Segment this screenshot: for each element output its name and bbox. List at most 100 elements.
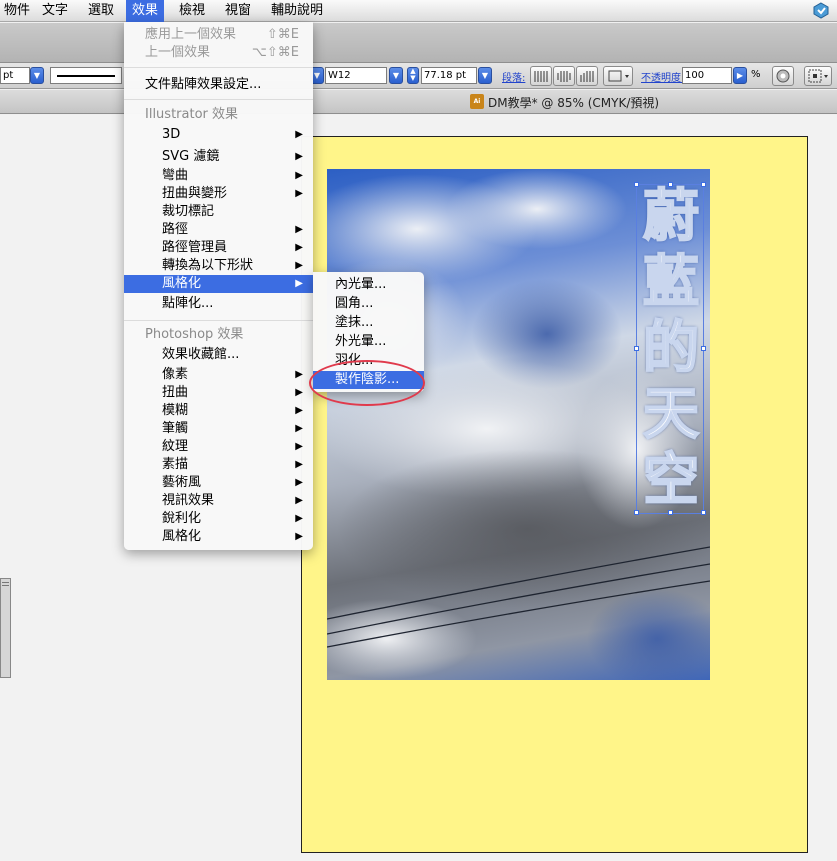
- opacity-dropdown[interactable]: ▶: [733, 67, 747, 84]
- menu-item-label: 應用上一個效果: [145, 27, 237, 42]
- menubar: 物件 文字 選取 效果 檢視 視窗 輔助說明: [0, 0, 837, 22]
- opacity-field[interactable]: 100: [682, 67, 732, 84]
- submenu-arrow-icon: ▶: [295, 477, 303, 488]
- selection-handle[interactable]: [668, 510, 673, 515]
- menu-shortcut: ⇧⌘E: [266, 27, 299, 42]
- align-left-button[interactable]: [530, 66, 552, 86]
- menu-separator: [124, 99, 313, 100]
- font-size-dropdown[interactable]: ▼: [478, 67, 492, 84]
- reference-point-icon: [808, 69, 828, 83]
- menu-item-apply-last-effect[interactable]: 應用上一個效果 ⇧⌘E: [124, 26, 313, 44]
- transform-reference-button[interactable]: [804, 66, 832, 86]
- submenu-arrow-icon: ▶: [295, 405, 303, 416]
- envelope-icon: [608, 70, 629, 82]
- collapsed-panel[interactable]: [0, 578, 11, 678]
- menu-item-document-raster-settings[interactable]: 文件點陣效果設定...: [124, 76, 313, 94]
- menu-item-convert-to-shape[interactable]: 轉換為以下形狀 ▶: [124, 257, 313, 275]
- submenu-arrow-icon: ▶: [295, 188, 303, 199]
- font-style-field[interactable]: W12: [325, 67, 387, 84]
- recolor-artwork-button[interactable]: [772, 66, 794, 86]
- stroke-style-field[interactable]: [50, 67, 122, 84]
- menu-item-label: SVG 濾鏡: [162, 149, 220, 164]
- menu-item-3d[interactable]: 3D ▶: [124, 126, 313, 144]
- submenu-arrow-icon: ▶: [295, 260, 303, 271]
- submenu-arrow-icon: ▶: [295, 151, 303, 162]
- selection-handle[interactable]: [634, 182, 639, 187]
- opacity-link[interactable]: 不透明度:: [641, 69, 684, 84]
- selection-handle[interactable]: [701, 182, 706, 187]
- menu-item-label: 扭曲: [162, 385, 189, 400]
- menu-item-brush-strokes[interactable]: 筆觸 ▶: [124, 420, 313, 438]
- submenu-arrow-icon: ▶: [295, 170, 303, 181]
- selection-handle[interactable]: [668, 182, 673, 187]
- font-style-dropdown[interactable]: ▼: [389, 67, 403, 84]
- menu-item-crop-marks[interactable]: 裁切標記: [124, 203, 313, 221]
- menu-item-path[interactable]: 路徑 ▶: [124, 221, 313, 239]
- menu-item-video[interactable]: 視訊效果 ▶: [124, 492, 313, 510]
- submenu-arrow-icon: ▶: [295, 387, 303, 398]
- menu-item-sharpen[interactable]: 銳利化 ▶: [124, 510, 313, 528]
- submenu-arrow-icon: ▶: [295, 129, 303, 140]
- menu-item-label: 扭曲與變形: [162, 186, 228, 201]
- font-size-stepper[interactable]: ▲ ▼: [407, 67, 419, 84]
- menu-item-label: 銳利化: [162, 511, 202, 526]
- menu-item-last-effect[interactable]: 上一個效果 ⌥⇧⌘E: [124, 44, 313, 62]
- headline-char: 藍: [642, 250, 700, 316]
- menu-item-warp[interactable]: 彎曲 ▶: [124, 167, 313, 185]
- selection-handle[interactable]: [634, 346, 639, 351]
- menu-section-header-photoshop: Photoshop 效果: [145, 327, 244, 342]
- panel-grip: [2, 585, 9, 586]
- menu-item-label: 上一個效果: [145, 45, 211, 60]
- headline-char: 蔚: [642, 184, 700, 250]
- menu-item-pixelate[interactable]: 像素 ▶: [124, 366, 313, 384]
- selection-handle[interactable]: [701, 510, 706, 515]
- effect-menu: 應用上一個效果 ⇧⌘E 上一個效果 ⌥⇧⌘E 文件點陣效果設定... Illus…: [124, 22, 313, 550]
- stroke-weight-dropdown[interactable]: ▼: [30, 67, 44, 84]
- menu-type[interactable]: 文字: [36, 0, 74, 22]
- menu-item-pathfinder[interactable]: 路徑管理員 ▶: [124, 239, 313, 257]
- submenu-item-outer-glow[interactable]: 外光暈...: [313, 333, 424, 351]
- menu-item-blur[interactable]: 模糊 ▶: [124, 402, 313, 420]
- align-center-button[interactable]: [553, 66, 575, 86]
- menu-item-stylize-photoshop[interactable]: 風格化 ▶: [124, 528, 313, 546]
- menu-item-distort[interactable]: 扭曲 ▶: [124, 384, 313, 402]
- paragraph-link[interactable]: 段落:: [502, 69, 525, 84]
- menu-item-stylize[interactable]: 風格化 ▶: [124, 275, 313, 293]
- font-size-field[interactable]: 77.18 pt: [421, 67, 477, 84]
- menu-item-rasterize[interactable]: 點陣化...: [124, 295, 313, 313]
- sync-status-icon[interactable]: [811, 2, 831, 19]
- stroke-weight-field[interactable]: pt: [0, 67, 30, 84]
- menu-item-artistic[interactable]: 藝術風 ▶: [124, 474, 313, 492]
- menu-object[interactable]: 物件: [0, 0, 36, 22]
- selection-handle[interactable]: [634, 510, 639, 515]
- submenu-item-scribble[interactable]: 塗抹...: [313, 314, 424, 332]
- menu-window[interactable]: 視窗: [219, 0, 257, 22]
- menu-item-svg-filters[interactable]: SVG 濾鏡 ▶: [124, 148, 313, 166]
- vertical-headline-text[interactable]: 蔚 藍 的 天 空: [634, 182, 706, 515]
- menu-item-label: 路徑管理員: [162, 240, 228, 255]
- menu-select[interactable]: 選取: [82, 0, 120, 22]
- submenu-arrow-icon: ▶: [295, 369, 303, 380]
- submenu-arrow-icon: ▶: [295, 459, 303, 470]
- headline-char: 天: [642, 382, 700, 448]
- menu-item-label: 風格化: [162, 276, 202, 291]
- annotation-circle: [309, 360, 425, 406]
- menu-item-distort-transform[interactable]: 扭曲與變形 ▶: [124, 185, 313, 203]
- submenu-arrow-icon: ▶: [295, 495, 303, 506]
- menu-help[interactable]: 輔助說明: [265, 0, 329, 22]
- submenu-arrow-icon: ▶: [295, 441, 303, 452]
- menu-item-texture[interactable]: 紋理 ▶: [124, 438, 313, 456]
- document-title[interactable]: DM教學* @ 85% (CMYK/預視): [488, 94, 659, 111]
- menu-item-sketch[interactable]: 素描 ▶: [124, 456, 313, 474]
- align-right-button[interactable]: [576, 66, 598, 86]
- menu-item-effect-gallery[interactable]: 效果收藏館...: [124, 346, 313, 364]
- menu-effect[interactable]: 效果: [126, 0, 165, 22]
- menu-separator: [124, 67, 313, 68]
- selection-handle[interactable]: [701, 346, 706, 351]
- envelope-distort-button[interactable]: [603, 66, 633, 86]
- submenu-item-inner-glow[interactable]: 內光暈...: [313, 276, 424, 294]
- submenu-arrow-icon: ▶: [295, 242, 303, 253]
- menu-view[interactable]: 檢視: [173, 0, 211, 22]
- submenu-item-round-corners[interactable]: 圓角...: [313, 295, 424, 313]
- menu-item-label: 3D: [162, 127, 181, 142]
